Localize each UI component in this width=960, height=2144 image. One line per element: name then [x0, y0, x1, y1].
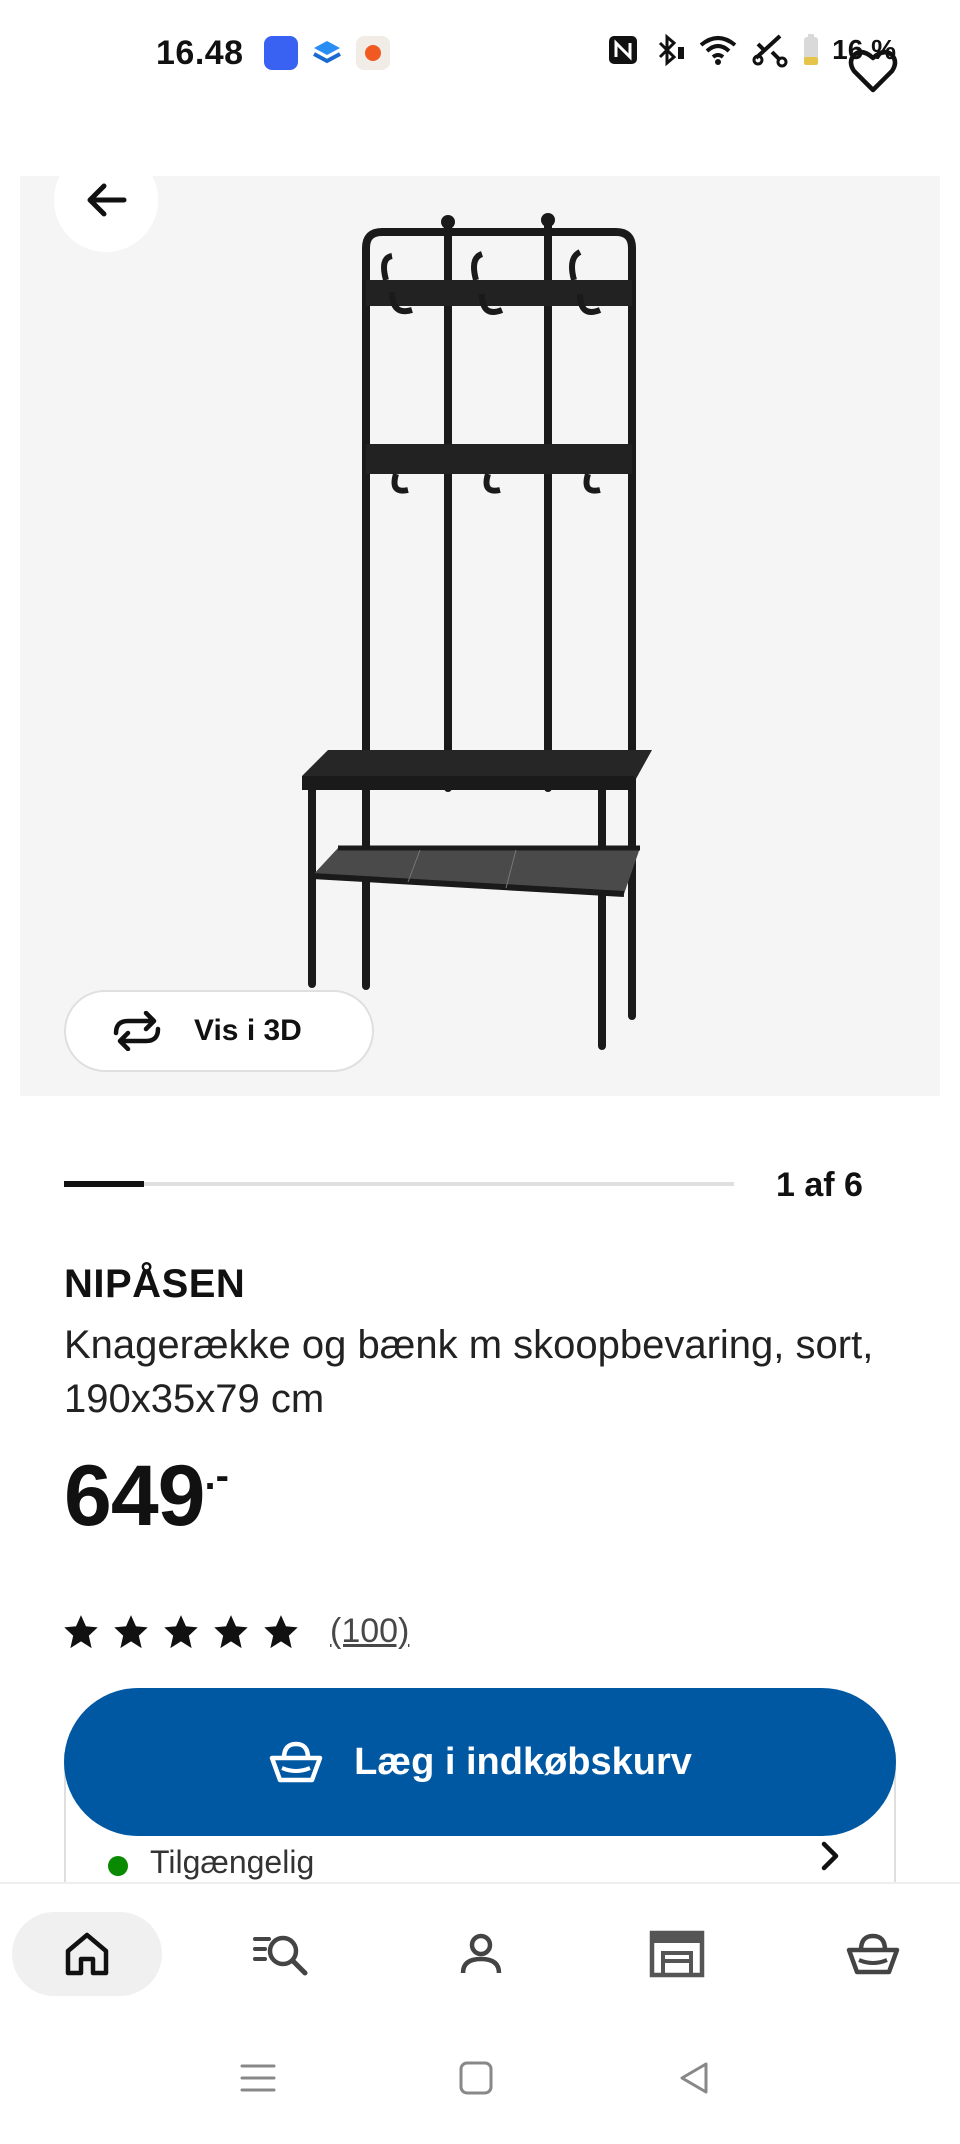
- star-icon: [64, 1614, 98, 1648]
- arrow-left-icon: [87, 183, 127, 217]
- notification-icons: [264, 36, 390, 70]
- nav-stores[interactable]: [602, 1912, 752, 1996]
- gallery-pager-text: 1 af 6: [776, 1166, 863, 1204]
- rating-stars: [64, 1614, 298, 1649]
- nav-basket[interactable]: [798, 1912, 948, 1996]
- triangle-back-icon: [680, 2062, 708, 2094]
- price-suffix: .-: [204, 1454, 229, 1498]
- star-icon: [264, 1614, 298, 1648]
- star-icon: [214, 1614, 248, 1648]
- wifi-icon: [699, 36, 737, 65]
- battery-icon: [804, 34, 819, 65]
- usb-icon: [752, 34, 788, 68]
- home-icon: [65, 1932, 109, 1976]
- nav-search[interactable]: [208, 1912, 358, 1996]
- store-icon: [649, 1930, 705, 1978]
- heart-icon: [848, 49, 898, 93]
- search-list-icon: [253, 1935, 308, 1976]
- nav-home[interactable]: [12, 1912, 162, 1996]
- product-rating[interactable]: (100): [64, 1612, 409, 1651]
- bluetooth-icon: [659, 33, 685, 67]
- chevron-right-icon: [821, 1841, 839, 1871]
- signal-app-icon: [264, 36, 298, 70]
- system-home-button[interactable]: [446, 2048, 506, 2108]
- availability-status-dot: [108, 1856, 128, 1876]
- view-in-3d-button[interactable]: Vis i 3D: [64, 990, 374, 1072]
- product-page: 16.48 16 % Vis i 3D 1 af 6 NIPÅSEN Knage…: [0, 0, 960, 2144]
- product-price: 649 .-: [64, 1446, 229, 1546]
- product-image[interactable]: [20, 176, 940, 1096]
- system-navigation-bar: [0, 2012, 960, 2144]
- favorite-button[interactable]: [846, 44, 900, 98]
- basket-icon: [846, 1933, 900, 1975]
- system-back-button[interactable]: [664, 2048, 724, 2108]
- add-to-cart-label: Læg i indkøbskurv: [354, 1740, 692, 1783]
- profile-icon: [460, 1933, 502, 1974]
- system-recents-button[interactable]: [228, 2048, 288, 2108]
- status-bar: 16.48 16 %: [0, 0, 960, 110]
- gallery-progress-track: [64, 1181, 734, 1187]
- square-icon: [459, 2061, 493, 2095]
- basket-icon: [269, 1741, 323, 1783]
- price-value: 649: [64, 1448, 205, 1544]
- rating-count-link[interactable]: (100): [330, 1612, 409, 1651]
- menu-icon: [240, 2064, 276, 2092]
- nav-profile[interactable]: [406, 1912, 556, 1996]
- star-icon: [164, 1614, 198, 1648]
- bottom-navigation: [0, 1882, 960, 2012]
- layers-app-icon: [310, 36, 344, 70]
- star-icon: [114, 1614, 148, 1648]
- gallery-progress-fill: [64, 1181, 145, 1187]
- product-description: Knagerække og bænk m skoopbevaring, sort…: [64, 1323, 874, 1421]
- add-to-cart-button[interactable]: Læg i indkøbskurv: [64, 1688, 896, 1836]
- view-in-3d-label: Vis i 3D: [194, 1014, 302, 1047]
- product-name: NIPÅSEN: [64, 1262, 246, 1306]
- coat-rack-bench-illustration: [302, 213, 652, 1050]
- rotate-3d-icon: [113, 1011, 161, 1051]
- sun-app-icon: [356, 36, 390, 70]
- back-button[interactable]: [54, 148, 158, 252]
- availability-label: Tilgængelig: [150, 1844, 315, 1880]
- nfc-icon: [609, 36, 638, 64]
- status-time: 16.48: [156, 34, 244, 72]
